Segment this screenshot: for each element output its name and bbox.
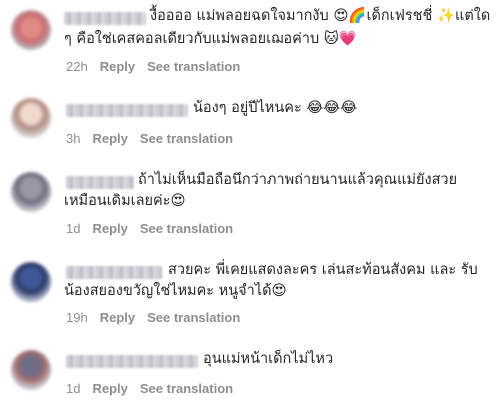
- comment-text-continued: ๆ คือใช่เคสคอลเดียวกับแม่พลอยเฌอค่าบ 🐱💗: [64, 31, 357, 47]
- comment-meta: 3h Reply See translation: [66, 131, 245, 146]
- comment-list: งื้ออออ แม่พลอยฉดใจมากงับ 😍🌈เด็กเฟรชชี่ …: [0, 0, 501, 411]
- avatar[interactable]: [11, 98, 51, 138]
- comment-text: อุนแม่หน้าเด็กไม่ไหว: [203, 351, 334, 367]
- reply-button[interactable]: Reply: [92, 221, 127, 236]
- comment-meta: 22h Reply See translation: [66, 59, 252, 74]
- comment-timestamp: 3h: [66, 131, 81, 146]
- username-blurred[interactable]: [66, 266, 162, 279]
- reply-button[interactable]: Reply: [100, 59, 135, 74]
- comment-timestamp: 19h: [66, 310, 88, 325]
- username-blurred[interactable]: [66, 176, 134, 189]
- comment-meta: 19h Reply See translation: [66, 310, 252, 325]
- avatar[interactable]: [11, 172, 51, 212]
- reply-button[interactable]: Reply: [92, 131, 127, 146]
- avatar[interactable]: [11, 10, 51, 50]
- comment-text-continued: น้องสยองขวัญใช่ไหมคะ หนูจำได้😍: [64, 283, 287, 299]
- see-translation-link[interactable]: See translation: [140, 381, 233, 396]
- comment-meta: 1d Reply See translation: [66, 381, 245, 396]
- username-blurred[interactable]: [66, 355, 198, 368]
- comment-timestamp: 22h: [66, 59, 88, 74]
- avatar[interactable]: [11, 350, 51, 390]
- comment-text: สวยคะ พี่เคยแสดงละคร เล่นสะท้อนสังคม และ…: [168, 262, 478, 278]
- comment-text: งื้ออออ แม่พลอยฉดใจมากงับ 😍🌈เด็กเฟรชชี่ …: [150, 8, 491, 24]
- see-translation-link[interactable]: See translation: [147, 59, 240, 74]
- comment-text: ถ้าไม่เห็นมือถือนึกว่าภาพถ่ายนานแล้วคุณแ…: [138, 172, 458, 188]
- username-blurred[interactable]: [66, 104, 188, 117]
- comment-meta: 1d Reply See translation: [66, 221, 245, 236]
- reply-button[interactable]: Reply: [92, 381, 127, 396]
- avatar[interactable]: [11, 262, 51, 302]
- see-translation-link[interactable]: See translation: [140, 131, 233, 146]
- comment-text: น้องๆ อยู่ปีไหนคะ 😂😂😂: [193, 100, 358, 116]
- see-translation-link[interactable]: See translation: [147, 310, 240, 325]
- comment-timestamp: 1d: [66, 221, 81, 236]
- comment-timestamp: 1d: [66, 381, 81, 396]
- username-blurred[interactable]: [64, 12, 146, 25]
- reply-button[interactable]: Reply: [100, 310, 135, 325]
- see-translation-link[interactable]: See translation: [140, 221, 233, 236]
- comment-text-continued: เหมือนเดิมเลยค่ะ😍: [64, 193, 186, 209]
